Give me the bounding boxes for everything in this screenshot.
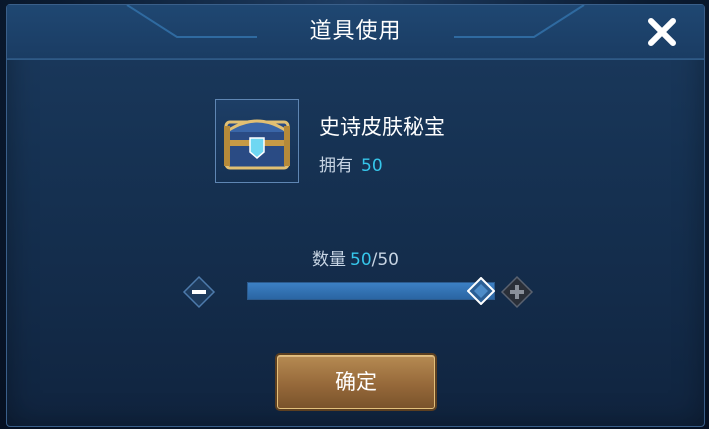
dialog-header: 道具使用 (7, 5, 704, 60)
item-name: 史诗皮肤秘宝 (319, 115, 445, 139)
quantity-current: 50 (350, 250, 372, 270)
quantity-max: /50 (371, 250, 399, 270)
owned-count: 拥有 50 (319, 151, 383, 176)
close-button[interactable] (644, 14, 680, 50)
quantity-display: 数量 50/50 (7, 245, 704, 270)
owned-label: 拥有 (319, 156, 353, 176)
close-icon (648, 18, 676, 46)
item-icon-frame (215, 99, 299, 183)
owned-value: 50 (361, 156, 383, 176)
slider-thumb-icon (466, 276, 496, 306)
confirm-button[interactable]: 确定 (277, 355, 435, 409)
plus-icon (500, 275, 534, 309)
slider-thumb[interactable] (466, 276, 496, 306)
quantity-slider-fill (248, 283, 494, 299)
increase-button[interactable] (500, 275, 534, 309)
dialog-title: 道具使用 (309, 19, 402, 44)
minus-icon (182, 275, 216, 309)
quantity-slider[interactable] (247, 282, 495, 300)
treasure-chest-icon (224, 119, 290, 170)
quantity-label: 数量 (312, 250, 346, 270)
decrease-button[interactable] (182, 275, 216, 309)
item-use-dialog: 道具使用 史诗皮肤秘宝 拥有 50 数量 50/50 确定 (6, 4, 705, 427)
